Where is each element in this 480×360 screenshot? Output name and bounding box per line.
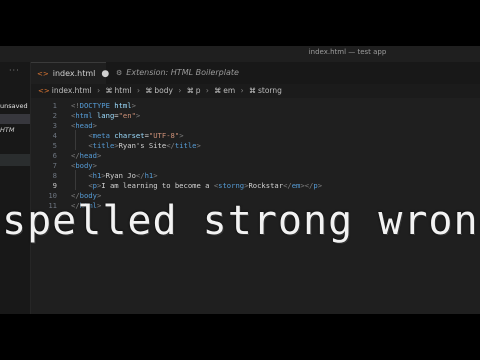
line-number: 1 xyxy=(52,101,57,110)
sidebar-item-active[interactable] xyxy=(0,154,30,166)
breadcrumb-item-file[interactable]: index.html xyxy=(52,86,92,95)
code-token: </ xyxy=(166,141,175,150)
sidebar-item-selected[interactable] xyxy=(0,114,30,124)
video-caption-overlay: spelled strong wrong : xyxy=(2,198,480,244)
code-token: meta xyxy=(92,131,110,140)
line-number: 6 xyxy=(52,151,57,160)
editor-tabs: <> index.html ● ⚙ Extension: HTML Boilerpla… xyxy=(31,62,480,84)
chevron-right-icon: › xyxy=(137,86,140,95)
code-token: html xyxy=(114,101,132,110)
line-number: 8 xyxy=(52,171,57,180)
window-title: index.html — test app xyxy=(308,48,387,56)
code-line[interactable]: <head> xyxy=(71,121,97,131)
html-file-icon: <> xyxy=(38,87,50,95)
more-actions-icon[interactable]: ··· xyxy=(9,66,20,75)
code-token: charset xyxy=(114,131,145,140)
code-line[interactable]: <html lang="en"> xyxy=(71,111,140,121)
breadcrumb-item-storng[interactable]: storng xyxy=(258,86,282,95)
chevron-right-icon: › xyxy=(97,86,101,95)
code-token: > xyxy=(153,171,158,180)
code-token: html xyxy=(75,111,93,120)
chevron-right-icon: › xyxy=(205,86,209,95)
code-token: head xyxy=(75,121,93,130)
element-icon: ⌘ xyxy=(214,87,222,95)
code-token: </ xyxy=(71,151,80,160)
code-token: I am learning to become a xyxy=(101,181,214,190)
breadcrumb: <> index.html › ⌘ html › ⌘ body › ⌘ p › ⌘ em … xyxy=(38,84,282,98)
code-token: </ xyxy=(283,181,292,190)
code-line[interactable]: <!DOCTYPE html> xyxy=(71,101,136,111)
code-token: > xyxy=(96,151,102,160)
line-number: 7 xyxy=(52,161,57,170)
editor-window: index.html — test app ··· unsaved HTM <>… xyxy=(0,46,480,314)
line-number: 5 xyxy=(52,141,57,150)
code-token: title xyxy=(174,141,197,150)
code-token: h1 xyxy=(92,171,102,180)
code-token: > xyxy=(131,101,136,110)
code-token: "en" xyxy=(118,111,136,120)
breadcrumb-item-p[interactable]: p xyxy=(196,86,201,95)
explorer-sidebar: ··· unsaved HTM xyxy=(0,62,31,314)
tab-extension-html-boilerplate[interactable]: ⚙ Extension: HTML Boilerplate xyxy=(108,62,278,84)
code-token: </ xyxy=(135,171,145,180)
code-line[interactable]: </head> xyxy=(71,151,101,161)
code-token: > xyxy=(196,141,201,150)
line-number: 9 xyxy=(52,181,57,190)
breadcrumb-item-body[interactable]: body xyxy=(154,86,173,95)
code-token: "UTF-8" xyxy=(148,131,180,140)
code-token: > xyxy=(135,111,141,120)
line-number: 3 xyxy=(52,121,57,130)
code-token: lang xyxy=(96,111,115,120)
line-number: 2 xyxy=(52,111,57,120)
sidebar-item-unsaved[interactable]: unsaved xyxy=(0,100,30,112)
element-icon: ⌘ xyxy=(248,87,256,95)
chevron-right-icon: › xyxy=(240,86,244,95)
video-letterbox-bottom xyxy=(0,314,480,360)
code-token: storng xyxy=(218,181,245,190)
code-line[interactable]: <title>Ryan's Site</title> xyxy=(71,141,201,151)
code-token: > xyxy=(92,161,97,170)
code-line[interactable]: <meta charset="UTF-8"> xyxy=(71,131,184,141)
element-icon: ⌘ xyxy=(145,87,153,95)
code-token: ></ xyxy=(300,181,314,190)
extension-icon: ⚙ xyxy=(116,69,123,77)
code-token: DOCTYPE xyxy=(79,101,110,110)
title-bar: index.html — test app xyxy=(0,46,480,62)
tab-index-html[interactable]: <> index.html ● xyxy=(31,62,109,84)
code-token: title xyxy=(92,141,115,150)
video-letterbox-top xyxy=(0,0,480,46)
code-token: Ryan's Site xyxy=(118,141,167,150)
code-token: > xyxy=(92,121,97,130)
code-token: h1 xyxy=(144,171,154,180)
tab-label: Extension: HTML Boilerplate xyxy=(126,68,239,77)
code-token: > xyxy=(317,181,323,190)
sidebar-item-html[interactable]: HTM xyxy=(0,124,30,136)
html-file-icon: <> xyxy=(37,70,49,78)
chevron-right-icon: › xyxy=(178,86,182,95)
code-line[interactable]: <p>I am learning to become a <storng>Roc… xyxy=(71,181,322,191)
code-token: <! xyxy=(71,101,80,110)
element-icon: ⌘ xyxy=(186,87,194,95)
code-token: body xyxy=(75,161,93,170)
code-line[interactable]: <body> xyxy=(71,161,97,171)
breadcrumb-item-html[interactable]: html xyxy=(115,86,132,95)
code-line[interactable]: <h1>Ryan Jo</h1> xyxy=(71,171,158,181)
code-token: > xyxy=(179,131,184,140)
breadcrumb-item-em[interactable]: em xyxy=(223,86,235,95)
element-icon: ⌘ xyxy=(105,87,113,95)
code-token: head xyxy=(79,151,97,160)
line-number: 4 xyxy=(52,131,57,140)
code-token: Rockstar xyxy=(248,181,284,190)
code-token: Ryan Jo xyxy=(105,171,136,180)
tab-label: index.html xyxy=(52,69,96,78)
